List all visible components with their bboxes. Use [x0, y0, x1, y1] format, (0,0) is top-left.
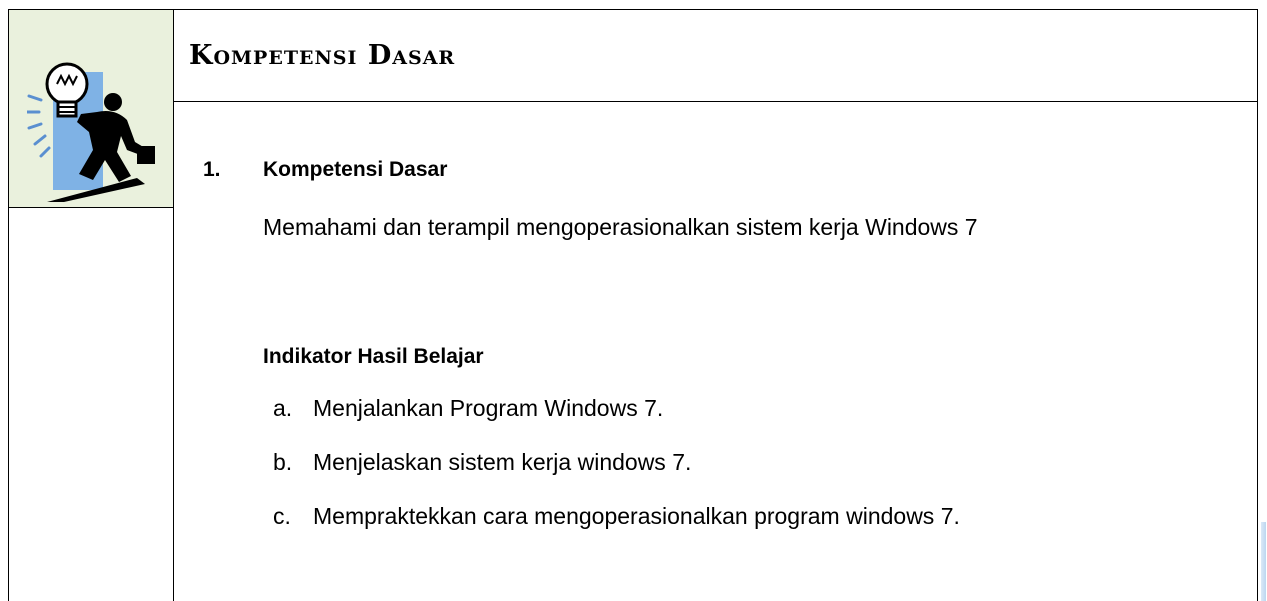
list-marker: c.: [273, 503, 291, 529]
item-number: 1.: [203, 158, 221, 181]
list-item-text: Menjelaskan sistem kerja windows 7.: [313, 449, 692, 475]
item-description: Memahami dan terampil mengoperasionalkan…: [263, 214, 978, 240]
edge-accent: [1261, 522, 1266, 601]
header-bottom-border: [173, 101, 1258, 102]
column-divider: [173, 9, 174, 601]
frame-right-border: [1257, 9, 1258, 601]
icon-cell-bottom-border: [8, 207, 174, 208]
list-item-text: Menjalankan Program Windows 7.: [313, 395, 664, 421]
list-marker: a.: [273, 395, 293, 421]
indicator-list: a. Menjalankan Program Windows 7. b. Menje…: [273, 386, 960, 548]
list-marker: b.: [273, 449, 293, 475]
list-item: b. Menjelaskan sistem kerja windows 7.: [273, 440, 960, 494]
list-item: a. Menjalankan Program Windows 7.: [273, 386, 960, 440]
indicator-heading: Indikator Hasil Belajar: [263, 345, 484, 368]
item-heading: Kompetensi Dasar: [263, 158, 448, 181]
list-item-text: Mempraktekkan cara mengoperasionalkan pr…: [313, 503, 960, 529]
frame-top-border: [8, 9, 1258, 10]
list-item: c. Mempraktekkan cara mengoperasionalkan …: [273, 494, 960, 548]
icon-cell: [9, 10, 173, 207]
lightbulb-person-icon: [27, 62, 155, 202]
section-title: Kompetensi Dasar: [189, 40, 456, 71]
